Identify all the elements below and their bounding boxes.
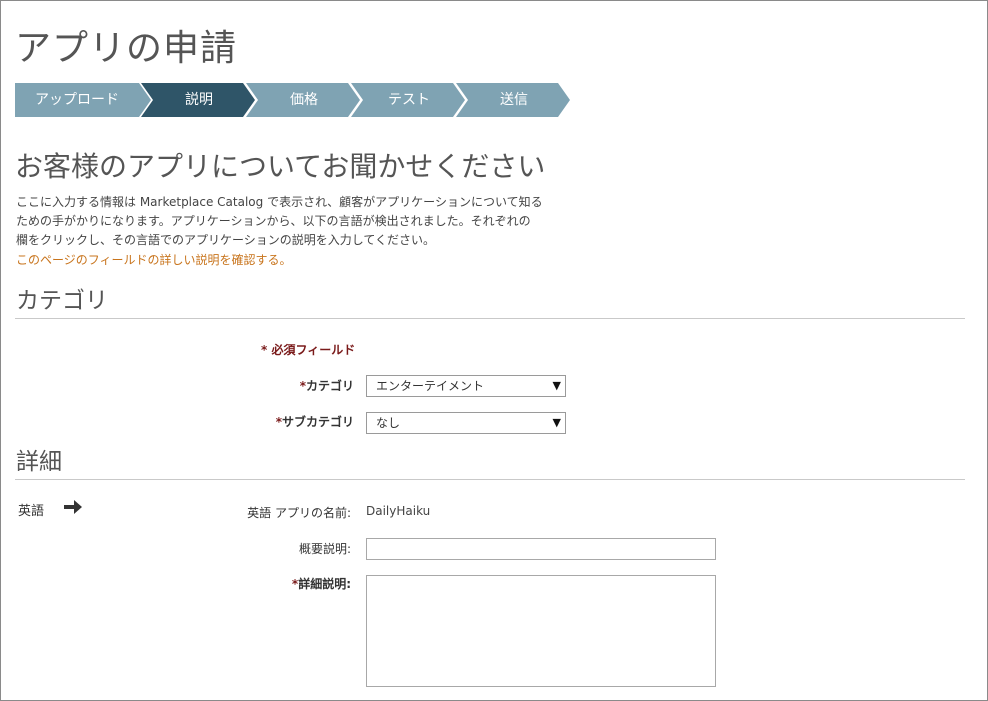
step-upload-label: アップロード (35, 92, 119, 108)
category-divider (15, 318, 965, 319)
dropdown-arrow-icon: ▼ (552, 379, 561, 392)
category-select-value: エンターテイメント (376, 379, 485, 393)
intro-line-3: 欄をクリックし、その言語でのアプリケーションの説明を入力してください。 (16, 233, 436, 247)
intro-line-1: ここに入力する情報は Marketplace Catalog で表示され、顧客が… (16, 195, 543, 209)
step-description-label: 説明 (185, 92, 213, 108)
step-test[interactable]: テスト (351, 83, 467, 117)
detail-description-label-text: 詳細説明: (298, 577, 351, 591)
subcategory-label: *サブカテゴリ (201, 413, 354, 430)
app-submission-window: アプリの申請 アップロード 説明 価格 テスト 送信 お客様のアプリについてお聞… (0, 0, 988, 701)
subcategory-select[interactable]: なし ▼ (366, 412, 566, 434)
field-help-link[interactable]: このページのフィールドの詳しい説明を確認する。 (16, 251, 292, 268)
step-test-label: テスト (388, 92, 430, 108)
summary-label: 概要説明: (298, 542, 351, 556)
subcategory-select-value: なし (376, 416, 401, 430)
subcategory-label-text: サブカテゴリ (281, 415, 354, 429)
intro-description: ここに入力する情報は Marketplace Catalog で表示され、顧客が… (16, 193, 556, 250)
required-fields-note: * 必須フィールド (261, 343, 356, 357)
details-divider (15, 479, 965, 480)
category-select[interactable]: エンターテイメント ▼ (366, 375, 566, 397)
dropdown-arrow-icon: ▼ (552, 416, 561, 429)
app-name-value: DailyHaiku (366, 504, 431, 518)
step-price-label: 価格 (290, 92, 318, 108)
intro-heading: お客様のアプリについてお聞かせください (15, 150, 546, 183)
category-label: *カテゴリ (201, 377, 354, 394)
step-submit[interactable]: 送信 (456, 83, 572, 117)
step-submit-label: 送信 (500, 92, 528, 108)
wizard-steps: アップロード 説明 価格 テスト 送信 (15, 83, 575, 117)
category-section-title: カテゴリ (16, 288, 108, 314)
step-upload[interactable]: アップロード (15, 83, 153, 117)
detail-description-label: *詳細説明: (201, 575, 351, 592)
category-label-text: カテゴリ (305, 379, 354, 393)
page-title: アプリの申請 (15, 28, 238, 69)
step-description[interactable]: 説明 (141, 83, 257, 117)
app-name-label: 英語 アプリの名前: (247, 506, 351, 520)
summary-input[interactable] (366, 538, 716, 560)
step-price[interactable]: 価格 (246, 83, 362, 117)
language-label[interactable]: 英語 (18, 500, 44, 519)
arrow-right-icon (63, 498, 83, 520)
detail-description-textarea[interactable] (366, 575, 716, 687)
details-section-title: 詳細 (16, 449, 62, 475)
intro-line-2: ための手がかりになります。アプリケーションから、以下の言語が検出されました。それ… (16, 214, 531, 228)
